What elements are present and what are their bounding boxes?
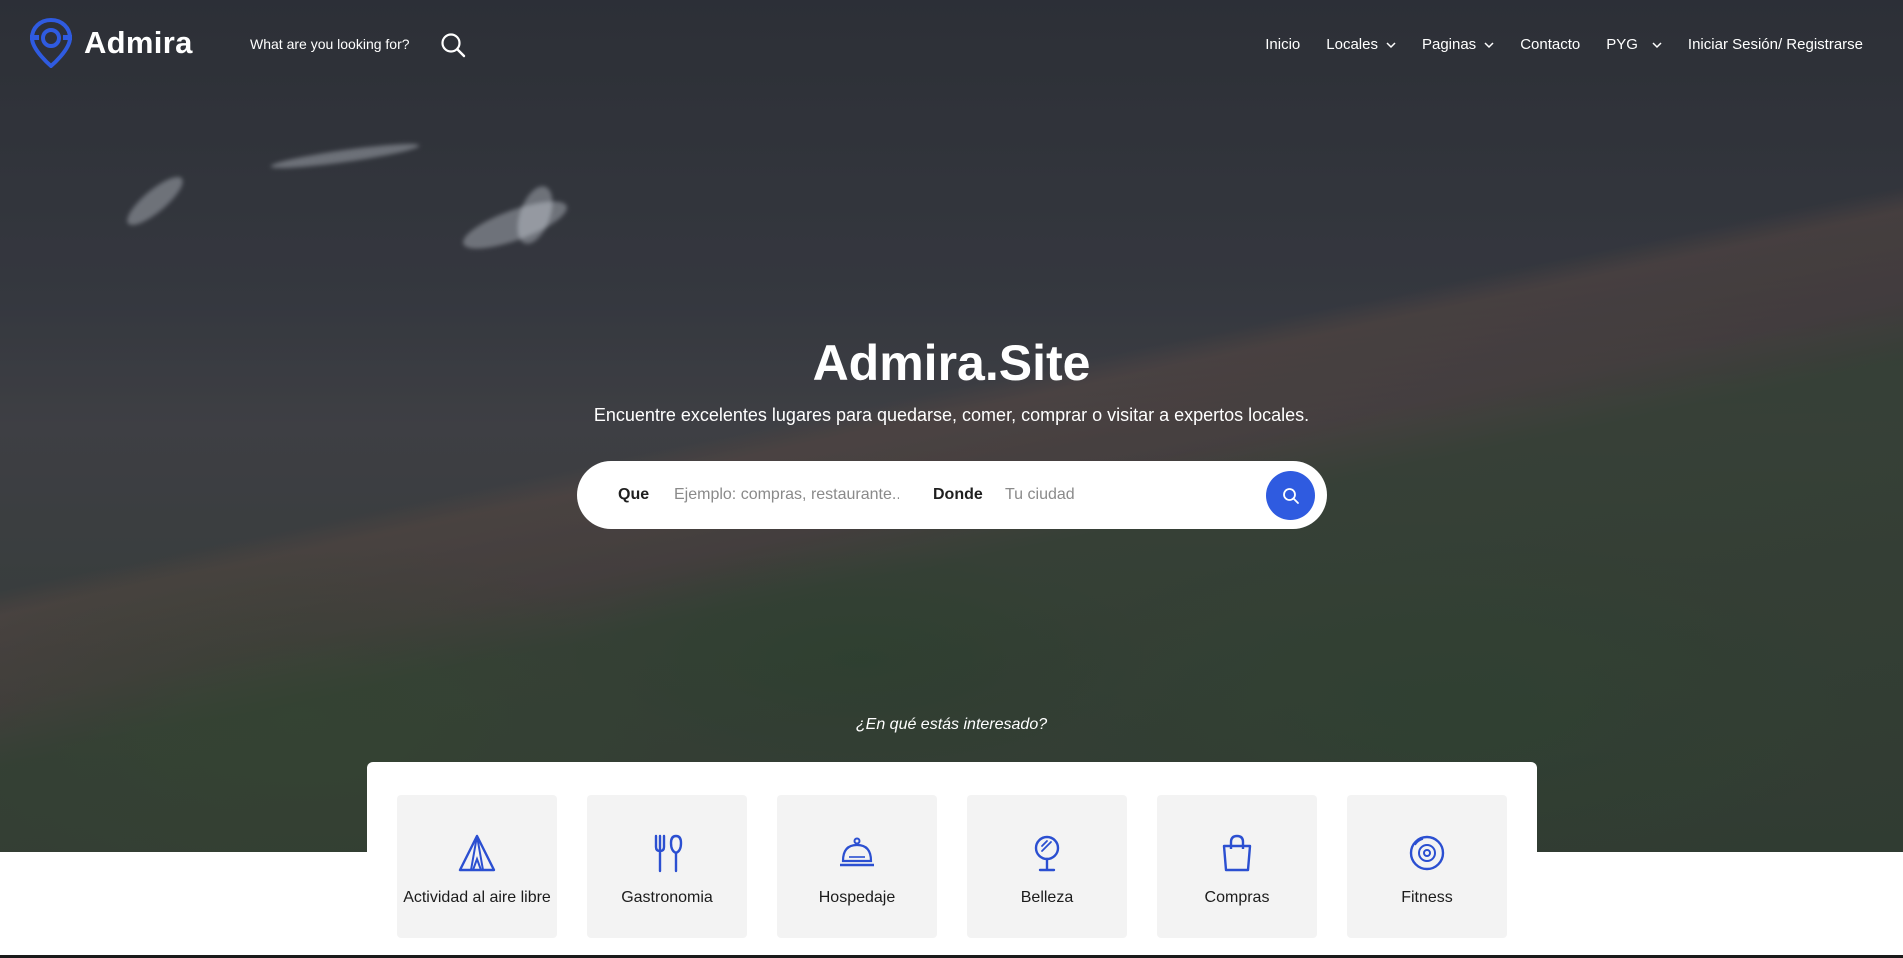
nav-label: Iniciar Sesión/ Registrarse <box>1687 36 1863 53</box>
nav-currency[interactable]: PYG <box>1606 36 1662 53</box>
category-label: Belleza <box>1020 889 1074 906</box>
location-pin-logo-icon <box>30 18 72 68</box>
nav-label: Paginas <box>1421 36 1477 53</box>
chevron-down-icon <box>1484 41 1494 48</box>
category-fitness[interactable]: Fitness <box>1347 795 1507 938</box>
weight-plate-icon <box>1409 835 1445 871</box>
mirror-icon <box>1034 835 1060 872</box>
what-input[interactable] <box>674 479 899 511</box>
category-outdoor[interactable]: Actividad al aire libre <box>397 795 557 938</box>
search-bar: Que Donde <box>577 461 1327 529</box>
what-label: Que <box>618 486 650 503</box>
category-hospedaje[interactable]: Hospedaje <box>777 795 937 938</box>
nav-locales[interactable]: Locales <box>1326 36 1396 53</box>
logo-text: Admira <box>84 25 193 60</box>
nav-paginas[interactable]: Paginas <box>1422 36 1494 53</box>
category-label: Actividad al aire libre <box>403 889 551 906</box>
category-label: Gastronomia <box>621 889 713 906</box>
shopping-bag-icon <box>1222 834 1252 872</box>
category-belleza[interactable]: Belleza <box>967 795 1127 938</box>
search-icon[interactable] <box>440 32 466 58</box>
category-gastronomia[interactable]: Gastronomia <box>587 795 747 938</box>
nav-contacto[interactable]: Contacto <box>1520 36 1580 53</box>
nav-login-register[interactable]: Iniciar Sesión/ Registrarse <box>1688 36 1863 53</box>
nav-label: Locales <box>1326 36 1378 53</box>
where-label: Donde <box>933 486 983 503</box>
categories-panel: Actividad al aire libre Gastronomia Hosp… <box>367 762 1537 958</box>
header-search-prompt[interactable]: What are you looking for? <box>250 36 410 52</box>
where-input[interactable] <box>1005 479 1255 511</box>
hero-title: Admira.Site <box>812 335 1091 391</box>
category-compras[interactable]: Compras <box>1157 795 1317 938</box>
category-label: Fitness <box>1401 889 1453 906</box>
category-label: Compras <box>1204 889 1270 906</box>
service-bell-icon <box>840 837 874 867</box>
chevron-down-icon <box>1386 41 1396 48</box>
nav-label: PYG <box>1606 36 1638 53</box>
tent-icon <box>458 834 496 872</box>
main-nav: Inicio Locales Paginas Contacto PYG Inic… <box>1265 36 1863 53</box>
search-icon <box>1282 487 1299 504</box>
hero-subtitle: Encuentre excelentes lugares para quedar… <box>593 405 1310 425</box>
interest-prompt: ¿En qué estás interesado? <box>855 716 1048 733</box>
category-label: Hospedaje <box>818 889 896 906</box>
nav-inicio[interactable]: Inicio <box>1265 36 1300 53</box>
logo[interactable]: Admira <box>30 18 193 68</box>
nav-label: Contacto <box>1520 36 1581 53</box>
fork-knife-icon <box>654 834 683 873</box>
chevron-down-icon <box>1652 41 1662 48</box>
nav-label: Inicio <box>1265 36 1301 53</box>
search-submit-button[interactable] <box>1266 471 1315 520</box>
site-header: Admira What are you looking for? Inicio … <box>0 0 1903 92</box>
